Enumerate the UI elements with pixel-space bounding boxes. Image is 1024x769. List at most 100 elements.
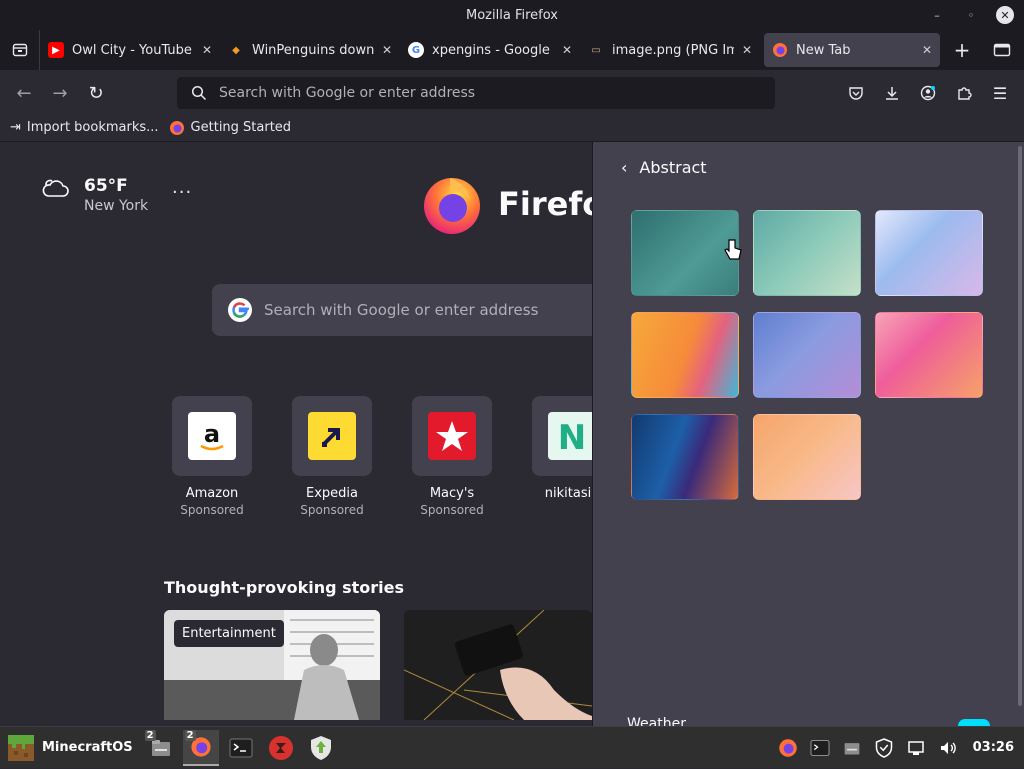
tab-title: WinPenguins download [252,42,374,58]
story-card[interactable]: Entertainment [164,610,380,720]
firefox-icon [772,42,788,58]
tab-google-search[interactable]: G xpengins - Google Search ✕ [400,33,580,67]
tray-shield-icon[interactable] [873,737,895,759]
tab-title: xpengins - Google Search [432,42,554,58]
weather-temperature: 65°F [84,176,128,196]
expedia-icon [308,412,356,460]
tab-close-icon[interactable]: ✕ [382,43,392,57]
weather-toggle[interactable] [958,719,990,726]
puzzle-icon [958,87,972,100]
list-all-tabs-button[interactable] [984,32,1020,68]
svg-text:N: N [558,418,586,456]
taskbar-app-red[interactable] [263,730,299,766]
taskbar-update-manager[interactable] [303,730,339,766]
youtube-icon: ▶ [48,42,64,58]
wallpaper-abstract-dark-blue-orange[interactable] [631,414,739,500]
new-tab-search[interactable] [212,284,632,336]
panel-scrollbar[interactable] [1018,146,1022,706]
tray-volume-icon[interactable] [937,737,959,759]
tab-close-icon[interactable]: ✕ [202,43,212,57]
new-tab-search-input[interactable] [264,301,632,319]
weather-city: New York [84,198,149,214]
toolbar-actions: ☰ [840,77,1016,109]
shortcut-macys[interactable]: Macy's Sponsored [412,396,492,517]
wallpaper-abstract-mint[interactable] [753,210,861,296]
start-menu-button[interactable]: MinecraftOS [0,727,141,769]
shortcut-expedia[interactable]: Expedia Sponsored [292,396,372,517]
new-tab-button[interactable]: + [944,32,980,68]
app-menu-button[interactable]: ☰ [984,77,1016,109]
stories-heading: Thought-provoking stories [164,578,405,597]
tab-close-icon[interactable]: ✕ [922,43,932,57]
tab-new-tab[interactable]: New Tab ✕ [764,33,940,67]
sponsored-label: Sponsored [300,503,364,517]
taskbar-files[interactable]: 2 [143,729,179,766]
shortcut-amazon[interactable]: a Amazon Sponsored [172,396,252,517]
account-icon [920,85,936,101]
shield-update-icon [310,735,331,760]
firefox-view-button[interactable] [0,30,40,70]
maximize-button[interactable]: ◦ [962,6,980,24]
navigation-toolbar: ← → ↻ ☰ [0,72,1024,114]
story-card[interactable] [404,610,592,720]
wallpaper-category-title: Abstract [639,158,707,177]
taskbar-terminal[interactable] [223,730,259,766]
shortcut-name: Macy's [429,486,475,501]
address-input[interactable] [219,85,775,101]
app-red-icon [268,735,293,760]
wallpaper-abstract-orange-pink[interactable] [631,312,739,398]
sponsored-label: Sponsored [420,503,484,517]
tray-network-icon[interactable] [905,737,927,759]
nikitasio-icon: N [548,412,596,460]
hamburger-menu-icon: ☰ [992,83,1008,103]
taskbar-clock[interactable]: 03:26 [973,737,1014,759]
wallpaper-abstract-peach[interactable] [753,414,861,500]
bookmark-label: Getting Started [190,120,292,135]
extensions-button[interactable] [948,77,980,109]
wallpaper-abstract-lavender[interactable] [875,210,983,296]
window-titlebar: Mozilla Firefox – ◦ ✕ [0,0,1024,30]
bookmarks-toolbar: ⇥ Import bookmarks... Getting Started [0,114,1024,142]
tab-image[interactable]: ▭ image.png (PNG Image ✕ [580,33,760,67]
story-image [404,610,592,720]
shortcut-name: Expedia [306,486,358,501]
wallpaper-category-back-button[interactable]: ‹ Abstract [621,158,707,177]
back-button[interactable]: ← [6,77,42,109]
bookmark-import[interactable]: ⇥ Import bookmarks... [10,120,159,135]
download-icon [886,87,898,100]
tab-youtube[interactable]: ▶ Owl City - YouTube ✕ [40,33,220,67]
downloads-button[interactable] [876,77,908,109]
minimize-button[interactable]: – [928,6,946,24]
shortcut-tile[interactable] [292,396,372,476]
customize-wallpaper-panel: ‹ Abstract Weather [592,142,1024,726]
tray-files-icon[interactable] [841,737,863,759]
tab-close-icon[interactable]: ✕ [742,43,752,57]
amazon-icon: a [188,412,236,460]
pocket-button[interactable] [840,77,872,109]
import-icon: ⇥ [10,120,21,135]
account-button[interactable] [912,77,944,109]
shortcut-tile[interactable]: a [172,396,252,476]
mouse-pointer-hand-icon [724,239,742,260]
sponsored-label: Sponsored [180,503,244,517]
tab-close-icon[interactable]: ✕ [562,43,572,57]
bookmark-label: Import bookmarks... [26,120,159,135]
terminal-icon [229,738,253,757]
reload-button[interactable]: ↻ [78,77,114,109]
wallpaper-abstract-pink-orange[interactable] [875,312,983,398]
taskbar-firefox[interactable]: 2 [182,729,219,766]
shortcut-tile[interactable] [412,396,492,476]
tab-winpenguins[interactable]: ◆ WinPenguins download ✕ [220,33,400,67]
window-controls: – ◦ ✕ [928,6,1014,24]
weather-options-button[interactable]: ··· [172,182,192,203]
window-count-badge: 2 [184,729,196,741]
wallpaper-abstract-blue-purple[interactable] [753,312,861,398]
tray-terminal-icon[interactable] [809,737,831,759]
bookmark-getting-started[interactable]: Getting Started [169,120,292,136]
weather-widget[interactable]: 65°F New York [40,176,148,214]
url-bar[interactable] [177,77,775,109]
tray-firefox-icon[interactable] [777,737,799,759]
chevron-left-icon: ‹ [621,158,628,177]
forward-button[interactable]: → [42,77,78,109]
close-window-button[interactable]: ✕ [996,6,1014,24]
